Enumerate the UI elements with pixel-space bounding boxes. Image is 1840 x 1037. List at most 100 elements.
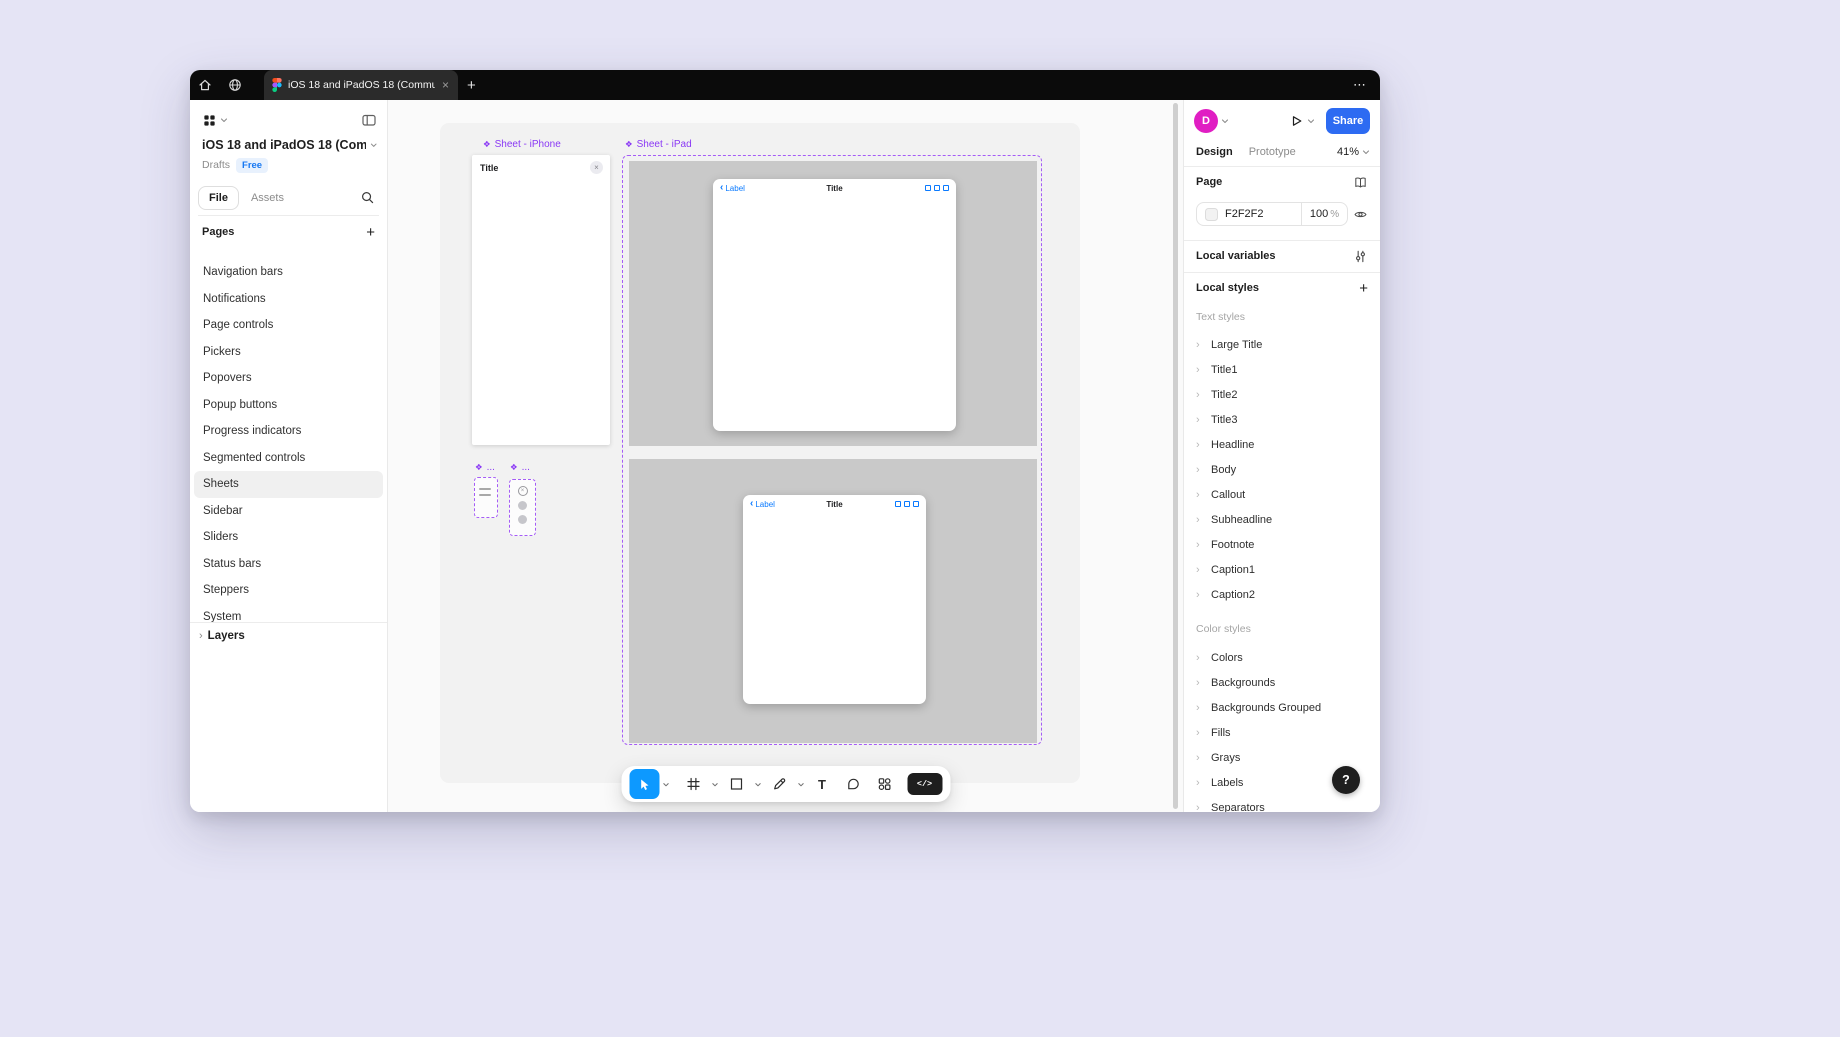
frame-label-sheet-ipad[interactable]: ❖ Sheet - iPad xyxy=(625,137,692,151)
page-list-item[interactable]: System xyxy=(194,604,383,623)
add-style-button[interactable]: + xyxy=(1359,281,1368,296)
pages-list: Navigation bars Notifications Page contr… xyxy=(190,248,387,622)
main-menu-button[interactable] xyxy=(202,113,228,128)
layers-label: Layers xyxy=(208,630,245,642)
present-button[interactable] xyxy=(1288,113,1304,129)
avatar[interactable]: D xyxy=(1194,109,1218,133)
tab-prototype[interactable]: Prototype xyxy=(1249,146,1296,158)
dev-mode-toggle[interactable]: </> xyxy=(907,773,942,795)
text-style-item[interactable]: › Title3 xyxy=(1184,407,1380,432)
chevron-down-icon xyxy=(754,781,761,788)
opacity-field[interactable]: 100 % xyxy=(1301,203,1347,225)
style-name: Subheadline xyxy=(1211,514,1272,526)
file-tab[interactable]: iOS 18 and iPadOS 18 (Community × xyxy=(264,70,458,100)
text-style-item[interactable]: › Body xyxy=(1184,457,1380,482)
collapse-sidebar-button[interactable] xyxy=(361,112,377,128)
share-button[interactable]: Share xyxy=(1326,108,1370,134)
chevron-down-icon[interactable] xyxy=(1221,117,1229,125)
move-tool-dropdown[interactable] xyxy=(660,781,671,788)
toggle-visibility-button[interactable] xyxy=(1353,207,1368,222)
resources-tool-button[interactable] xyxy=(869,769,899,799)
page-list-item[interactable]: Popovers xyxy=(194,365,383,392)
zoom-menu[interactable]: 41% xyxy=(1337,146,1370,158)
frame-label-text: Sheet - iPhone xyxy=(495,139,561,150)
page-list-item[interactable]: Steppers xyxy=(194,577,383,604)
move-tool-button[interactable] xyxy=(629,769,659,799)
small-component-lines[interactable] xyxy=(474,477,498,518)
text-tool-button[interactable]: T xyxy=(807,769,837,799)
text-style-item[interactable]: › Large Title xyxy=(1184,332,1380,357)
tab-close-icon[interactable]: × xyxy=(441,79,450,91)
color-style-item[interactable]: › Backgrounds Grouped xyxy=(1184,695,1380,720)
chevron-right-icon: › xyxy=(1196,702,1202,714)
home-button[interactable] xyxy=(190,70,220,100)
layers-section-header[interactable]: › Layers xyxy=(190,622,387,648)
page-list-item[interactable]: Segmented controls xyxy=(194,445,383,472)
pen-tool-button[interactable] xyxy=(764,769,794,799)
page-list-item[interactable]: Navigation bars xyxy=(194,259,383,286)
color-swatch[interactable] xyxy=(1205,208,1218,221)
color-style-item[interactable]: › Fills xyxy=(1184,720,1380,745)
chevron-down-icon[interactable] xyxy=(1307,117,1315,125)
canvas[interactable]: ❖ Sheet - iPhone Title × ❖ Sheet - iPad xyxy=(388,100,1183,812)
ipad-sheet-variant-frame[interactable]: ‹ Label Title xyxy=(629,161,1037,446)
color-hex-field[interactable]: F2F2F2 xyxy=(1197,203,1301,225)
tab-assets[interactable]: Assets xyxy=(241,187,294,209)
text-style-item[interactable]: › Callout xyxy=(1184,482,1380,507)
page-list-item[interactable]: Progress indicators xyxy=(194,418,383,445)
page-list-item[interactable]: Sidebar xyxy=(194,498,383,525)
text-style-item[interactable]: › Caption2 xyxy=(1184,582,1380,607)
component-label[interactable]: ❖ ... xyxy=(510,460,530,474)
shape-tool-dropdown[interactable] xyxy=(752,781,763,788)
frame-label-sheet-iphone[interactable]: ❖ Sheet - iPhone xyxy=(483,137,561,151)
ipad-sheet-variant-frame[interactable]: ‹ Label Title xyxy=(629,459,1037,743)
styles-library-button[interactable] xyxy=(1353,175,1368,190)
text-style-item[interactable]: › Caption1 xyxy=(1184,557,1380,582)
canvas-scrollbar[interactable] xyxy=(1173,103,1178,809)
community-button[interactable] xyxy=(220,70,250,100)
page-list-item[interactable]: Sliders xyxy=(194,524,383,551)
text-style-item[interactable]: › Subheadline xyxy=(1184,507,1380,532)
component-label[interactable]: ❖ ... xyxy=(475,460,495,474)
small-component-controls[interactable]: × xyxy=(509,479,536,536)
frame-tool-button[interactable] xyxy=(678,769,708,799)
page-list-item[interactable]: Notifications xyxy=(194,286,383,313)
text-style-item[interactable]: › Headline xyxy=(1184,432,1380,457)
text-style-item[interactable]: › Title1 xyxy=(1184,357,1380,382)
page-list-item[interactable]: Status bars xyxy=(194,551,383,578)
open-variables-button[interactable] xyxy=(1353,249,1368,264)
page-color-control[interactable]: F2F2F2 100 % xyxy=(1196,202,1348,226)
text-style-item[interactable]: › Footnote xyxy=(1184,532,1380,557)
file-name-dropdown[interactable]: iOS 18 and iPadOS 18 (Com... xyxy=(202,134,377,156)
tab-file[interactable]: File xyxy=(198,186,239,210)
sheet-close-button[interactable]: × xyxy=(590,161,603,174)
iphone-sheet-frame[interactable]: Title × xyxy=(472,155,610,445)
drafts-link[interactable]: Drafts xyxy=(202,159,230,171)
new-tab-button[interactable]: + xyxy=(467,78,476,93)
dev-mode-icon: </> xyxy=(917,779,932,789)
pen-tool-dropdown[interactable] xyxy=(795,781,806,788)
page-list-item[interactable]: Pickers xyxy=(194,339,383,366)
page-list-item[interactable]: Sheets xyxy=(194,471,383,498)
local-variables-row: Local variables xyxy=(1196,240,1368,272)
color-style-item[interactable]: › Backgrounds xyxy=(1184,670,1380,695)
add-page-button[interactable]: + xyxy=(366,225,375,240)
frame-tool-dropdown[interactable] xyxy=(709,781,720,788)
help-button[interactable]: ? xyxy=(1332,766,1360,794)
page-list-item[interactable]: Page controls xyxy=(194,312,383,339)
search-button[interactable] xyxy=(356,186,379,209)
ipad-sheet[interactable]: ‹ Label Title xyxy=(743,495,926,704)
ipad-component-set[interactable]: ‹ Label Title xyxy=(622,155,1042,745)
shape-tool-button[interactable] xyxy=(721,769,751,799)
ipad-sheet[interactable]: ‹ Label Title xyxy=(713,179,956,431)
comment-tool-button[interactable] xyxy=(838,769,868,799)
component-set-icon: ❖ xyxy=(483,140,491,149)
window-more-button[interactable]: ⋯ xyxy=(1353,77,1367,93)
chevron-right-icon: › xyxy=(1196,564,1202,576)
color-style-item[interactable]: › Separators xyxy=(1184,795,1380,812)
page-list-item[interactable]: Popup buttons xyxy=(194,392,383,419)
tab-design[interactable]: Design xyxy=(1196,146,1233,158)
style-name: Title2 xyxy=(1211,389,1238,401)
color-style-item[interactable]: › Colors xyxy=(1184,645,1380,670)
text-style-item[interactable]: › Title2 xyxy=(1184,382,1380,407)
